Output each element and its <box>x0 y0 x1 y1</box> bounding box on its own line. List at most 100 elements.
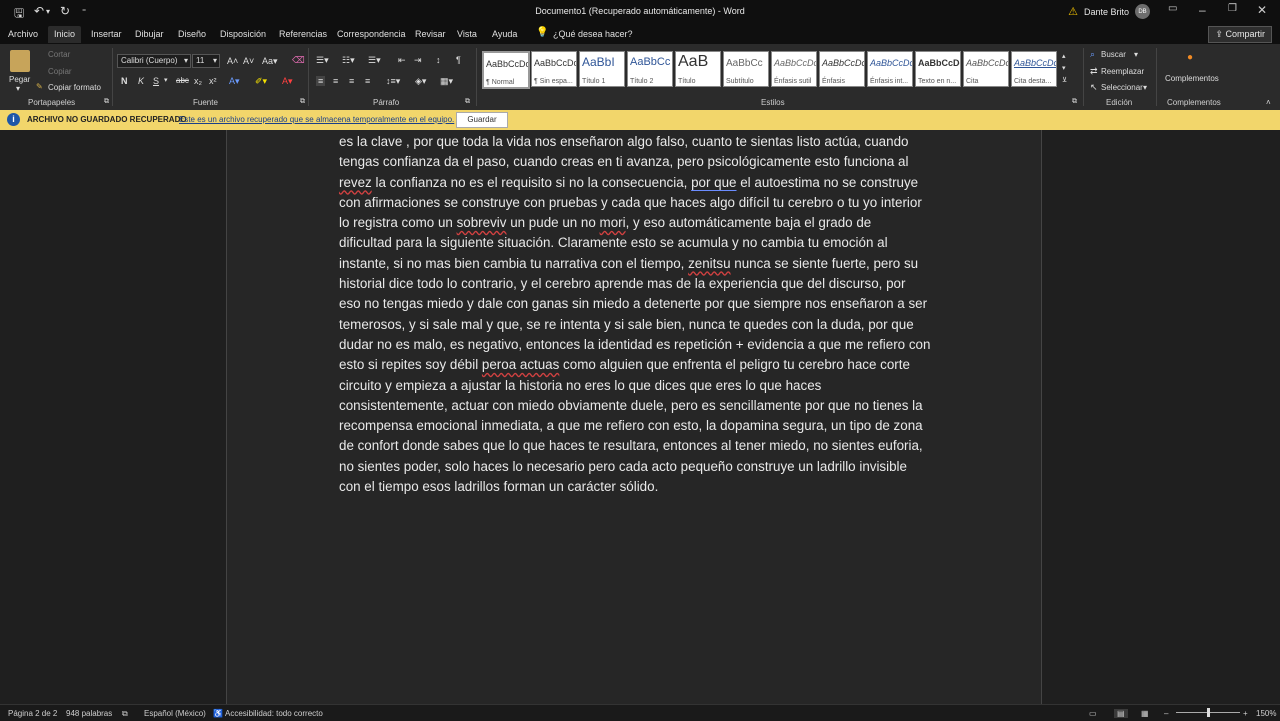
select-button[interactable]: Seleccionar <box>1101 83 1143 92</box>
proofing-icon[interactable]: ⧉ <box>122 709 128 719</box>
align-right-icon[interactable]: ≡ <box>349 76 354 86</box>
web-layout-icon[interactable]: ▦ <box>1141 709 1149 718</box>
style-no-spacing[interactable]: AaBbCcDc ¶ Sin espa... <box>531 51 577 87</box>
focus-mode-icon[interactable]: ▭ <box>1089 709 1097 718</box>
increase-indent-icon[interactable]: ⇥ <box>414 55 422 66</box>
grow-font-icon[interactable]: A˄ <box>227 56 238 66</box>
word-count[interactable]: 948 palabras <box>66 709 112 718</box>
style-intense-quote[interactable]: AaBbCcDc Cita desta... <box>1011 51 1057 87</box>
show-formatting-icon[interactable]: ¶ <box>456 55 461 65</box>
share-icon: ⇪ <box>1215 29 1223 39</box>
sort-icon[interactable]: ↕ <box>436 55 441 65</box>
collapse-ribbon-icon[interactable]: ˄ <box>1266 98 1271 107</box>
numbering-icon[interactable]: ☷▾ <box>342 55 355 66</box>
justify-icon[interactable]: ≡ <box>365 76 370 86</box>
clear-format-icon[interactable]: ⌫ <box>292 55 305 66</box>
style-quote[interactable]: AaBbCcDc Cita <box>963 51 1009 87</box>
tab-disposicion[interactable]: Disposición <box>220 29 266 39</box>
style-title[interactable]: AaB Título <box>675 51 721 87</box>
paste-dropdown-icon[interactable]: ▾ <box>16 84 20 93</box>
borders-icon[interactable]: ▦▾ <box>440 76 453 87</box>
cut-button[interactable]: Cortar <box>48 50 70 59</box>
strikethrough-icon[interactable]: abc <box>176 76 189 85</box>
styles-scroll-down-icon[interactable]: ▾ <box>1062 64 1066 72</box>
style-normal[interactable]: AaBbCcDc ¶ Normal <box>482 51 530 89</box>
font-name-select[interactable]: Calibri (Cuerpo) ▾ <box>117 54 191 68</box>
superscript-icon[interactable]: x² <box>209 76 217 86</box>
tab-revisar[interactable]: Revisar <box>415 29 446 39</box>
shrink-font-icon[interactable]: A˅ <box>243 56 254 66</box>
styles-scroll-up-icon[interactable]: ▴ <box>1062 52 1066 60</box>
highlight-icon[interactable]: ✐▾ <box>255 76 267 87</box>
style-heading-1[interactable]: AaBbI Título 1 <box>579 51 625 87</box>
underline-dropdown-icon[interactable]: ▾ <box>164 76 168 84</box>
change-case-icon[interactable]: Aa▾ <box>262 56 278 67</box>
tab-referencias[interactable]: Referencias <box>279 29 327 39</box>
zoom-in-icon[interactable]: + <box>1243 709 1248 718</box>
accessibility-status[interactable]: Accesibilidad: todo correcto <box>225 709 323 718</box>
document-page[interactable]: es la clave , por que toda la vida nos e… <box>226 130 1042 704</box>
chevron-down-icon[interactable]: ▾ <box>1143 83 1147 92</box>
multilevel-list-icon[interactable]: ☰▾ <box>368 55 381 66</box>
text-line: de confort donde sabes que lo que haces … <box>339 438 923 454</box>
print-layout-icon[interactable]: ▤ <box>1114 709 1128 718</box>
search-box[interactable]: ¿Qué desea hacer? <box>553 29 633 39</box>
find-button[interactable]: Buscar <box>1101 50 1126 59</box>
ribbon-display-icon[interactable]: ▭ <box>1168 3 1177 14</box>
share-button[interactable]: ⇪ Compartir <box>1208 26 1272 43</box>
paste-icon[interactable] <box>10 50 30 72</box>
style-strong[interactable]: AaBbCcDc Texto en n... <box>915 51 961 87</box>
format-painter-button[interactable]: Copiar formato <box>48 83 101 92</box>
restore-icon[interactable]: ❐ <box>1228 3 1237 14</box>
info-title: ARCHIVO NO GUARDADO RECUPERADO <box>27 115 187 124</box>
user-account[interactable]: ⚠ Dante Brito DB <box>1068 4 1150 19</box>
info-message-link[interactable]: Este es un archivo recuperado que se alm… <box>179 115 454 124</box>
chevron-down-icon[interactable]: ▾ <box>1134 50 1138 59</box>
style-subtitle[interactable]: AaBbCc Subtítulo <box>723 51 769 87</box>
page-count[interactable]: Página 2 de 2 <box>8 709 57 718</box>
bullets-icon[interactable]: ☰▾ <box>316 55 329 66</box>
close-icon[interactable]: ✕ <box>1257 3 1267 17</box>
addins-button[interactable]: Complementos <box>1165 74 1219 83</box>
paste-button[interactable]: Pegar <box>9 75 30 84</box>
copy-button[interactable]: Copiar <box>48 67 72 76</box>
replace-button[interactable]: Reemplazar <box>1101 67 1144 76</box>
decrease-indent-icon[interactable]: ⇤ <box>398 55 406 66</box>
paragraph-launcher-icon[interactable]: ⧉ <box>465 98 470 106</box>
language-status[interactable]: Español (México) <box>144 709 206 718</box>
font-color-icon[interactable]: A▾ <box>282 76 293 87</box>
line-spacing-icon[interactable]: ↕≡▾ <box>386 76 400 87</box>
align-center-icon[interactable]: ≡ <box>333 76 338 86</box>
align-left-icon[interactable]: ≡ <box>316 76 326 86</box>
minimize-icon[interactable]: – <box>1199 3 1206 17</box>
tab-inicio[interactable]: Inicio <box>48 26 82 43</box>
bold-icon[interactable]: N <box>121 76 128 86</box>
font-launcher-icon[interactable]: ⧉ <box>300 98 305 106</box>
shading-icon[interactable]: ◈▾ <box>415 76 426 87</box>
text-effects-icon[interactable]: A▾ <box>229 76 240 87</box>
document-body[interactable]: es la clave , por que toda la vida nos e… <box>339 132 939 497</box>
style-subtle-emphasis[interactable]: AaBbCcDc Énfasis sutil <box>771 51 817 87</box>
tab-archivo[interactable]: Archivo <box>8 29 38 39</box>
zoom-level[interactable]: 150% <box>1256 709 1276 718</box>
tab-correspondencia[interactable]: Correspondencia <box>337 29 406 39</box>
tab-insertar[interactable]: Insertar <box>91 29 122 39</box>
zoom-slider-thumb[interactable] <box>1207 708 1210 717</box>
styles-more-icon[interactable]: ⊻ <box>1062 76 1067 84</box>
zoom-out-icon[interactable]: – <box>1164 709 1168 718</box>
styles-launcher-icon[interactable]: ⧉ <box>1072 98 1077 106</box>
tab-ayuda[interactable]: Ayuda <box>492 29 517 39</box>
tab-vista[interactable]: Vista <box>457 29 477 39</box>
style-heading-2[interactable]: AaBbCc Título 2 <box>627 51 673 87</box>
style-intense-emphasis[interactable]: AaBbCcDc Énfasis int... <box>867 51 913 87</box>
italic-icon[interactable]: K <box>138 76 144 86</box>
font-size-select[interactable]: 11 ▾ <box>192 54 220 68</box>
font-size-value: 11 <box>196 56 205 65</box>
save-button[interactable]: Guardar <box>456 112 508 128</box>
tab-dibujar[interactable]: Dibujar <box>135 29 164 39</box>
clipboard-launcher-icon[interactable]: ⧉ <box>104 98 109 106</box>
subscript-icon[interactable]: x₂ <box>194 76 202 86</box>
style-emphasis[interactable]: AaBbCcDc Énfasis <box>819 51 865 87</box>
tab-diseno[interactable]: Diseño <box>178 29 206 39</box>
underline-icon[interactable]: S <box>153 76 159 86</box>
